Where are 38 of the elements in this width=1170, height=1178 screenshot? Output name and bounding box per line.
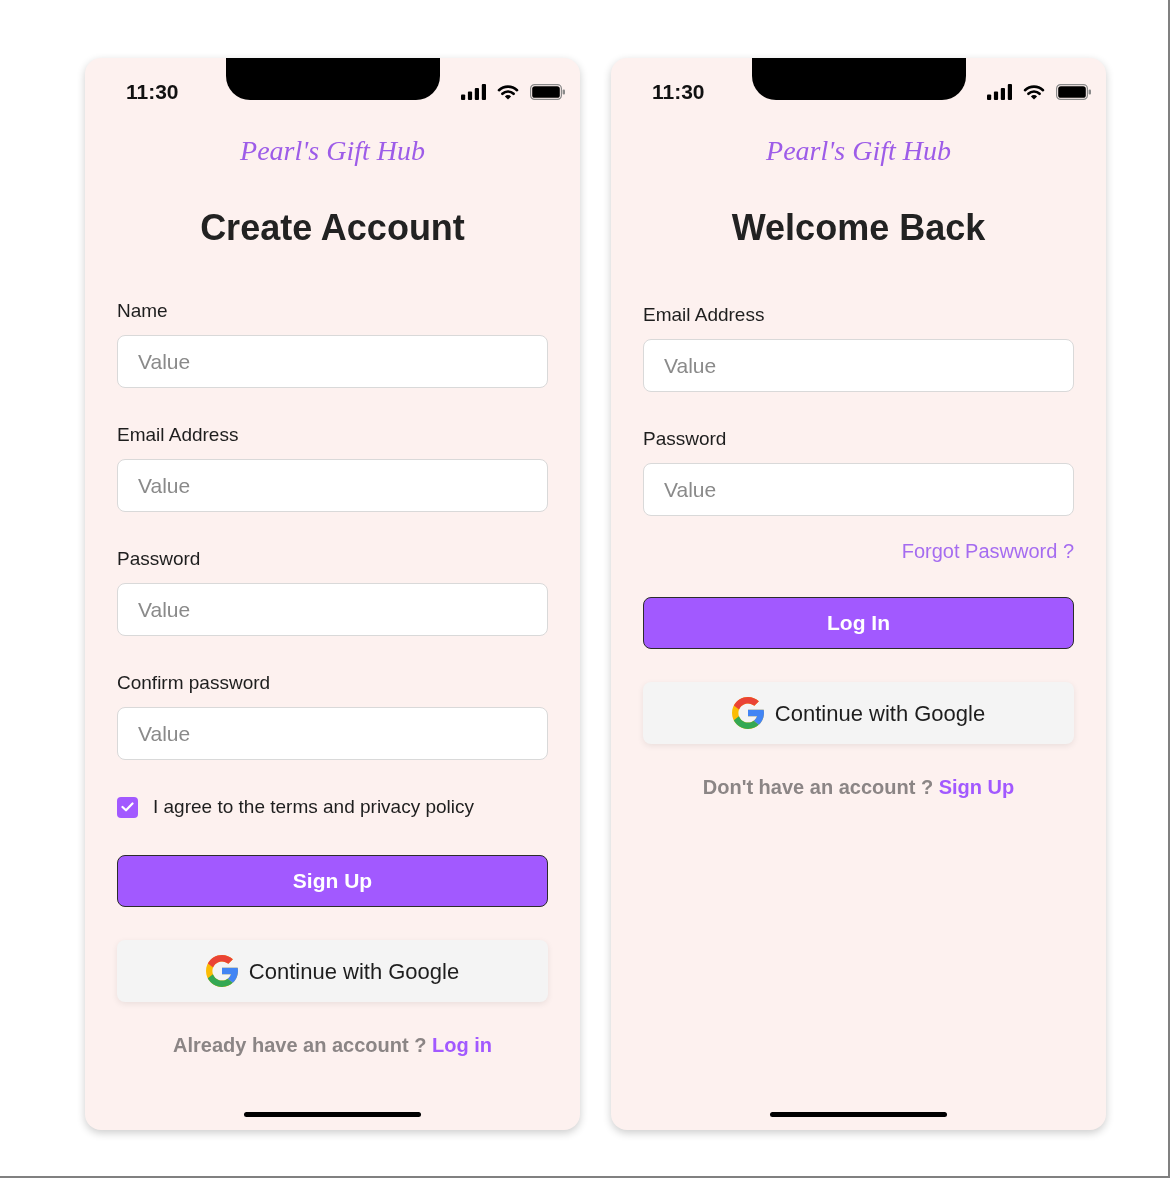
google-g-icon — [205, 955, 238, 987]
brand-logo: Pearl's Gift Hub — [766, 134, 951, 168]
switch-account-link[interactable]: Log in — [432, 1034, 492, 1056]
battery-icon — [530, 84, 565, 100]
field-label: Confirm password — [117, 671, 271, 695]
status-time: 11:30 — [652, 79, 705, 105]
input-field[interactable]: Value — [117, 707, 548, 760]
wifi-icon — [497, 84, 519, 100]
brand-logo: Pearl's Gift Hub — [240, 134, 425, 168]
primary-button[interactable]: Sign Up — [117, 855, 548, 907]
field-label: Name — [117, 299, 168, 323]
input-field[interactable]: Value — [117, 459, 548, 512]
screen-title: Create Account — [200, 206, 465, 250]
field-label: Password — [643, 427, 727, 451]
google-sign-in-button[interactable]: Continue with Google — [643, 682, 1074, 744]
input-field[interactable]: Value — [117, 583, 548, 636]
primary-button[interactable]: Log In — [643, 597, 1074, 649]
account-prompt: Don't have an account ? Sign Up — [702, 775, 1015, 800]
signal-icon — [987, 84, 1012, 100]
google-g-icon — [731, 697, 764, 729]
switch-account-link[interactable]: Sign Up — [938, 776, 1015, 798]
signal-icon — [461, 84, 486, 100]
account-prompt: Already have an account ? Log in — [173, 1033, 492, 1058]
field-label: Password — [117, 547, 201, 571]
field-label: Email Address — [643, 303, 765, 327]
input-field[interactable]: Value — [643, 339, 1074, 392]
screen-title: Welcome Back — [731, 206, 986, 250]
terms-checkbox[interactable] — [117, 796, 138, 818]
forgot-password-link[interactable]: Forgot Paswword ? — [901, 537, 1074, 565]
terms-label: I agree to the terms and privacy policy — [153, 795, 475, 819]
google-sign-in-button[interactable]: Continue with Google — [117, 940, 548, 1002]
field-label: Email Address — [117, 423, 239, 447]
status-time: 11:30 — [126, 79, 179, 105]
check-icon — [121, 802, 134, 812]
input-field[interactable]: Value — [643, 463, 1074, 516]
battery-icon — [1056, 84, 1091, 100]
wifi-icon — [1023, 84, 1045, 100]
input-field[interactable]: Value — [117, 335, 548, 388]
